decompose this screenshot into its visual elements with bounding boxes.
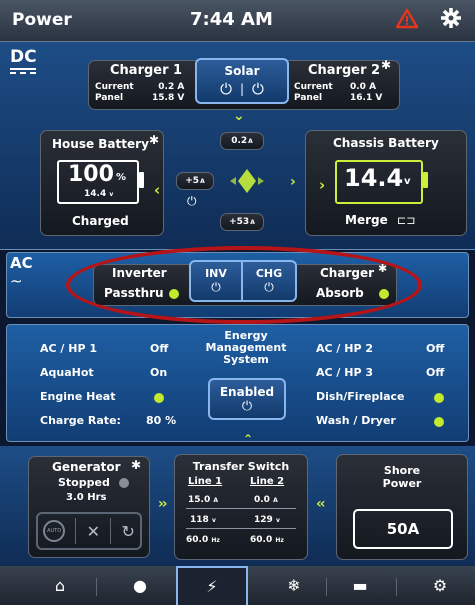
home-icon[interactable]: ⌂ [40, 566, 80, 605]
ems-item-label: Dish/Fireplace [316, 390, 405, 403]
ems-item-value: 80 % [146, 414, 177, 427]
line1-hz: 60.0 Hz [186, 535, 220, 545]
chassis-battery-title: Chassis Battery [333, 136, 439, 150]
tools-icon[interactable]: ⚙ [420, 566, 460, 605]
line1-amps: 15.0 A [188, 495, 219, 505]
chassis-battery-voltage: 14.4 [344, 164, 404, 192]
house-battery-title: House Battery [52, 137, 149, 151]
ems-item-label: Charge Rate: [40, 414, 121, 427]
generator-start-button[interactable]: ↻ [121, 522, 134, 541]
lightbulb-icon[interactable]: ● [120, 566, 160, 605]
ems-item-label: Wash / Dryer [316, 414, 396, 427]
generator-controls: AUTO ✕ ↻ [36, 512, 142, 550]
line2-hz: 60.0 Hz [250, 535, 284, 545]
merge-link-icon[interactable]: ⊏⊐ [397, 214, 415, 227]
house-battery-voltage: 14.4 v [84, 189, 114, 199]
generator-status: Stopped [58, 476, 110, 489]
charger2-panel-value: 16.1 V [350, 93, 383, 103]
chevron-right-icon: › [319, 176, 326, 194]
charger2-panel-label: Panel [294, 93, 323, 103]
ems-item-value: Off [426, 366, 445, 379]
chassis-battery-status: Merge [345, 213, 388, 227]
power-icon: ⏻ [252, 80, 264, 98]
ems-enabled-button[interactable]: Enabled ⏻ [208, 378, 286, 420]
ac-symbol-icon: ∼ [10, 272, 23, 290]
flow-bottom-badge: +53 A [220, 213, 264, 231]
ems-item-value: Off [426, 342, 445, 355]
ems-item-label: AC / HP 1 [40, 342, 98, 355]
charger1-current-label: Current [95, 82, 134, 92]
generator-hours: 3.0 Hrs [66, 492, 107, 503]
charger1-current-value: 0.2 A [158, 82, 185, 92]
line2-title: Line 2 [250, 476, 285, 487]
ems-left-list: AC / HP 1 Off AquaHot On Engine Heat Cha… [32, 330, 210, 436]
house-battery-gear-icon[interactable]: ✱ [149, 133, 159, 147]
line2-amps: 0.0 A [254, 495, 278, 505]
chevron-left-icon: ‹ [154, 181, 161, 199]
power-icon: ⏻ [220, 80, 232, 98]
charger2-current-value: 0.0 A [350, 82, 377, 92]
ems-right-list: AC / HP 2 Off AC / HP 3 Off Dish/Firepla… [308, 330, 458, 436]
page-title: Power [12, 10, 72, 30]
dc-label: DC [10, 47, 37, 67]
top-bar: Power 7:44 AM [0, 0, 475, 42]
shore-power-amps-button[interactable]: 50A [353, 509, 453, 549]
ems-item-label: AC / HP 2 [316, 342, 374, 355]
ems-item-value: On [150, 366, 168, 379]
chevron-up-icon: ⌃ [243, 432, 254, 446]
line1-volts: 118 v [190, 515, 216, 525]
ems-title: Energy Management System [205, 329, 287, 366]
dc-symbol-icon [10, 68, 36, 74]
ems-item-label: AquaHot [40, 366, 94, 379]
gear-icon[interactable] [439, 6, 463, 30]
engine-heat-dot [154, 393, 164, 403]
chevron-down-icon: ⌄ [233, 108, 245, 124]
charger1-panel-value: 15.8 V [152, 93, 185, 103]
charger1-panel-label: Panel [95, 93, 124, 103]
chevron-left-double-icon: ‹‹ [316, 496, 325, 512]
bottom-nav: ⌂ ● ⚡ ❄ ▬ ⚙ [0, 566, 475, 605]
clock: 7:44 AM [190, 9, 273, 30]
charger2-gear-icon[interactable]: ✱ [381, 58, 391, 72]
power-icon: ⏻ [187, 194, 197, 208]
line1-title: Line 1 [188, 476, 223, 487]
solar-title: Solar [224, 64, 260, 78]
power-icon: ⏻ [241, 398, 253, 414]
generator-gear-icon[interactable]: ✱ [131, 458, 141, 472]
generator-status-dot [119, 478, 129, 488]
power-bolt-icon[interactable]: ⚡ [176, 566, 248, 605]
rv-icon[interactable]: ▬ [340, 566, 380, 605]
flow-left-badge: +5 A [176, 172, 214, 190]
charger2-current-label: Current [294, 82, 333, 92]
snowflake-icon[interactable]: ❄ [274, 566, 314, 605]
generator-stop-button[interactable]: ✕ [87, 522, 100, 541]
house-battery-status: Charged [72, 214, 129, 228]
wash-dryer-dot [434, 417, 444, 427]
generator-title: Generator [52, 460, 121, 474]
battery-terminal [423, 172, 428, 188]
ems-item-label: Engine Heat [40, 390, 116, 403]
shore-power-title: Shore Power [382, 464, 422, 490]
solar-button[interactable]: Solar ⏻ | ⏻ [195, 58, 289, 104]
transfer-switch-title: Transfer Switch [192, 460, 290, 473]
dish-fireplace-dot [434, 393, 444, 403]
charger2-title: Charger 2 [308, 63, 381, 78]
generator-auto-button[interactable]: AUTO [43, 520, 66, 542]
house-battery-percent: 100 [68, 162, 114, 187]
chevron-right-double-icon: ›› [158, 496, 167, 512]
ems-item-label: AC / HP 3 [316, 366, 374, 379]
chevron-right-icon: › [290, 174, 296, 190]
flow-top-badge: 0.2 A [220, 132, 264, 150]
battery-terminal [139, 172, 144, 188]
ems-item-value: Off [150, 342, 169, 355]
highlight-ring [66, 246, 422, 324]
flow-hub-icon [230, 169, 264, 193]
warning-icon[interactable] [395, 7, 419, 31]
ac-label: AC [10, 254, 33, 272]
charger1-title: Charger 1 [110, 63, 183, 78]
line2-volts: 129 v [254, 515, 280, 525]
